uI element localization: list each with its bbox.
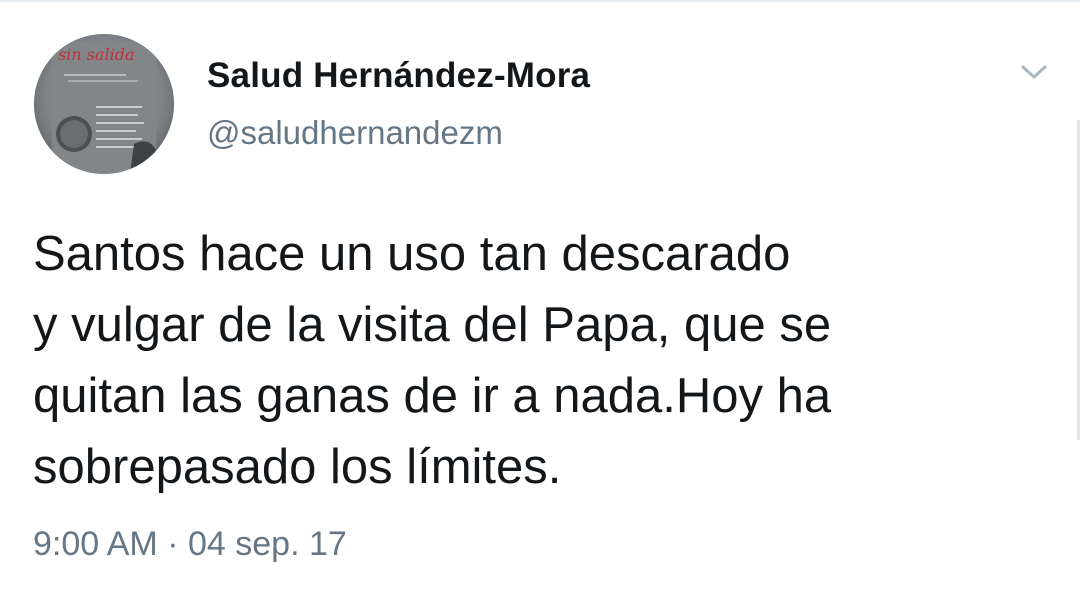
avatar[interactable]: sin salida — [34, 34, 174, 174]
tweet-timestamp[interactable]: 9:00 AM · 04 sep. 17 — [33, 525, 347, 564]
author-name[interactable]: Salud Hernández-Mora — [207, 56, 590, 96]
tweet-menu-button[interactable] — [1016, 56, 1052, 88]
tweet-card: sin salida Salud Hernández-Mora @saludhe… — [0, 0, 1080, 599]
tweet-text-line: sobrepasado los límites. — [33, 440, 562, 494]
tweet-date: 04 sep. 17 — [187, 525, 347, 563]
tweet-text-line: Santos hace un uso tan descarado — [33, 227, 791, 281]
avatar-title-text: sin salida — [58, 45, 134, 64]
tweet-text-line: y vulgar de la visita del Papa, que se — [33, 298, 832, 352]
book-cover-avatar-icon: sin salida — [34, 34, 174, 174]
tweet-time: 9:00 AM — [33, 525, 158, 563]
author-handle[interactable]: @saludhernandezm — [207, 114, 503, 152]
timestamp-separator: · — [167, 525, 179, 563]
chevron-down-icon — [1021, 65, 1047, 79]
tweet-text-line: quitan las ganas de ir a nada.Hoy ha — [33, 369, 832, 423]
top-divider — [0, 0, 1080, 2]
tweet-text: Santos hace un uso tan descarado y vulga… — [33, 219, 1043, 503]
